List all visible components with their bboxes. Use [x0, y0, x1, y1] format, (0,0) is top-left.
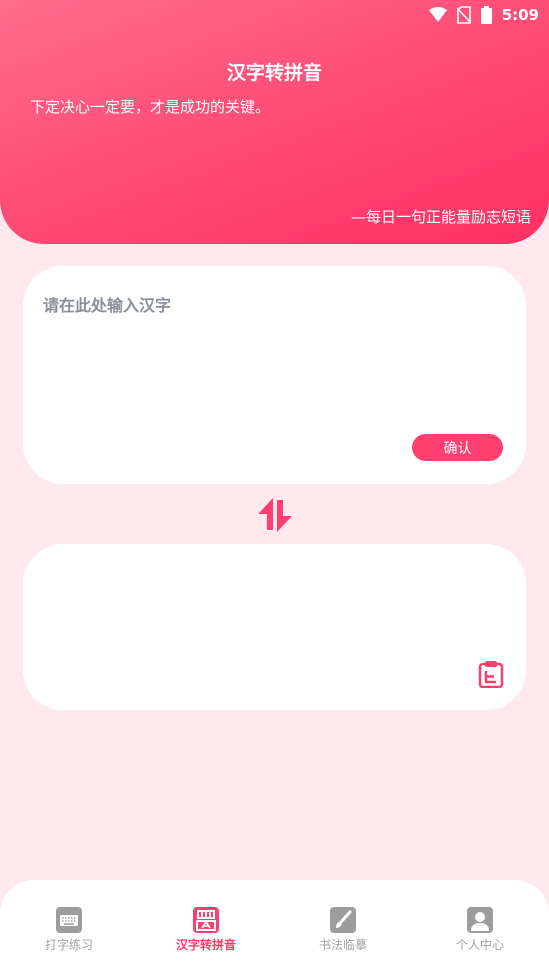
brush-icon: [330, 907, 356, 933]
swap-icon[interactable]: [256, 496, 294, 534]
no-sim-icon: [456, 6, 471, 24]
nav-item-calligraphy[interactable]: 书法临摹: [293, 906, 393, 953]
nav-label: 汉字转拼音: [175, 938, 236, 952]
bottom-nav: 打字练习 汉字转拼音 书法临摹 个人中心: [0, 880, 549, 976]
nav-item-pinyin[interactable]: 汉字转拼音: [156, 906, 256, 953]
nav-item-profile[interactable]: 个人中心: [430, 906, 530, 953]
battery-icon: [480, 6, 492, 24]
status-bar: 5:09: [428, 6, 539, 24]
keyboard-icon: [56, 907, 82, 933]
confirm-button[interactable]: 确认: [412, 434, 503, 461]
chinese-input[interactable]: [41, 290, 505, 414]
user-icon: [467, 907, 493, 933]
status-time: 5:09: [501, 6, 539, 24]
output-card: [23, 544, 526, 710]
input-card: 确认: [23, 266, 526, 484]
quote-source: —每日一句正能量励志短语: [350, 208, 531, 226]
nav-label: 打字练习: [44, 938, 93, 952]
pinyin-icon: [193, 907, 219, 933]
nav-item-typing[interactable]: 打字练习: [19, 906, 119, 953]
nav-label: 个人中心: [455, 938, 504, 952]
wifi-icon: [428, 7, 447, 22]
header-banner: 5:09 汉字转拼音 下定决心一定要，才是成功的关键。 —每日一句正能量励志短语: [0, 0, 549, 244]
daily-quote: 下定决心一定要，才是成功的关键。: [30, 98, 271, 116]
page-title: 汉字转拼音: [226, 62, 322, 84]
copy-icon[interactable]: [478, 660, 504, 688]
nav-label: 书法临摹: [318, 938, 367, 952]
